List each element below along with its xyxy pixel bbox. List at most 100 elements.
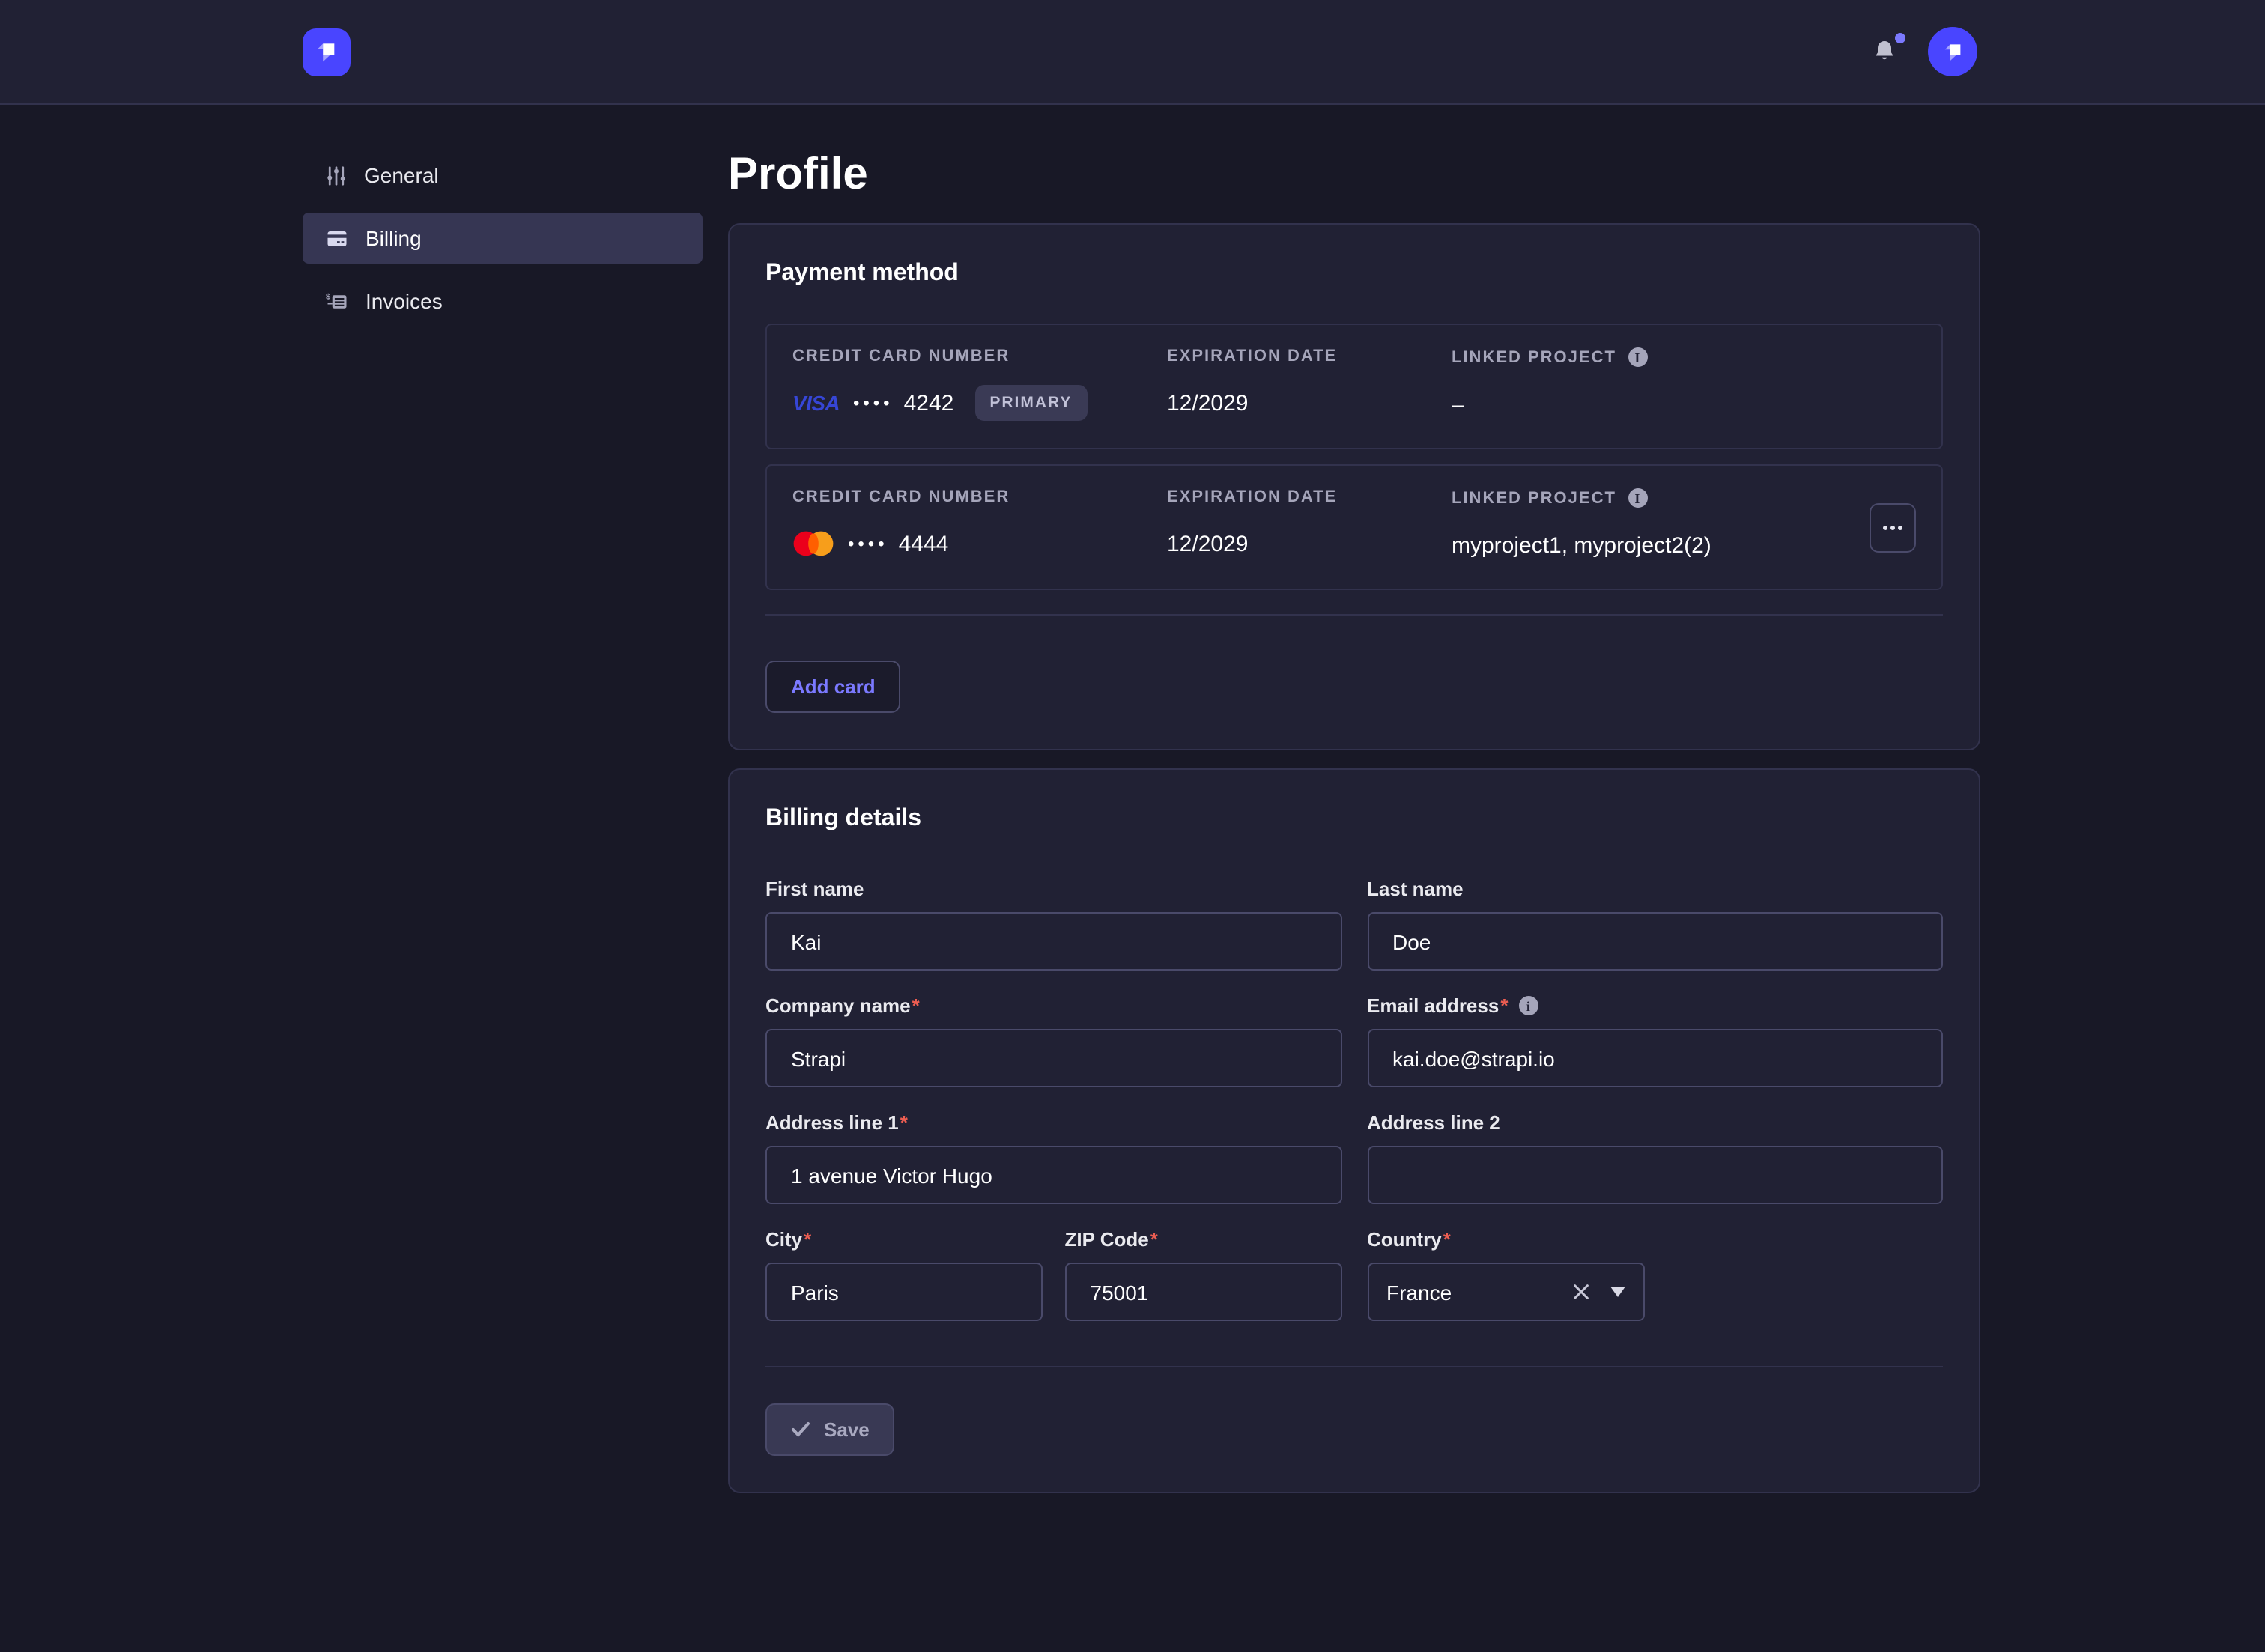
company-name-field-group: Company name *	[765, 994, 1341, 1087]
expiration-cell: EXPIRATION DATE 12/2029	[1167, 347, 1452, 425]
sliders-icon	[325, 164, 348, 186]
primary-badge: PRIMARY	[974, 385, 1087, 421]
linked-project-value: –	[1452, 386, 1865, 422]
expiration-column-label: EXPIRATION DATE	[1167, 347, 1452, 365]
save-button-label: Save	[824, 1418, 870, 1441]
credit-card-row-mastercard: CREDIT CARD NUMBER •••• 4444	[765, 464, 1943, 590]
info-icon[interactable]: i	[1628, 488, 1648, 508]
city-zip-row: City * ZIP Code *	[765, 1228, 1341, 1321]
address2-field-group: Address line 2	[1367, 1111, 1943, 1204]
notification-dot	[1895, 32, 1905, 43]
more-options-icon	[1883, 525, 1902, 529]
main-content: Profile Payment method CREDIT CARD NUMBE…	[728, 105, 1980, 1493]
city-field-group: City *	[765, 1228, 1043, 1321]
card-last4: 4242	[904, 390, 954, 416]
payment-divider	[765, 614, 1943, 616]
expiration-column-label: EXPIRATION DATE	[1167, 488, 1452, 506]
zip-label: ZIP Code	[1065, 1228, 1149, 1251]
address1-field-group: Address line 1 *	[765, 1111, 1341, 1204]
expiration-value: 12/2029	[1167, 526, 1452, 562]
masked-digits: ••••	[848, 533, 888, 554]
card-number-column-label: CREDIT CARD NUMBER	[792, 488, 1167, 506]
check-icon	[791, 1421, 810, 1438]
country-field-group: Country * France	[1367, 1228, 1943, 1321]
company-name-field[interactable]	[765, 1029, 1341, 1087]
company-name-label: Company name	[765, 994, 911, 1017]
country-select[interactable]: France	[1367, 1263, 1644, 1321]
topbar-actions	[1871, 27, 1977, 76]
card-more-options-button[interactable]	[1870, 502, 1916, 552]
bell-icon	[1871, 37, 1898, 67]
billing-details-panel: Billing details First name Last name	[728, 768, 1980, 1493]
sidebar-item-label: Invoices	[366, 289, 443, 313]
card-number-cell: CREDIT CARD NUMBER VISA •••• 4242 PRIMAR…	[792, 347, 1167, 425]
expiration-value: 12/2029	[1167, 385, 1452, 421]
required-mark: *	[1150, 1228, 1158, 1251]
required-mark: *	[900, 1111, 908, 1134]
address2-field[interactable]	[1367, 1146, 1943, 1204]
info-icon[interactable]: i	[1518, 996, 1538, 1015]
required-mark: *	[804, 1228, 811, 1251]
last-name-label: Last name	[1367, 878, 1464, 900]
profile-avatar[interactable]	[1928, 27, 1977, 76]
required-mark: *	[912, 994, 920, 1017]
page-title: Profile	[728, 150, 1980, 199]
sidebar-item-label: General	[364, 163, 439, 187]
billing-details-title: Billing details	[765, 806, 1943, 833]
card-number-column-label: CREDIT CARD NUMBER	[792, 347, 1167, 365]
linked-project-column-label: LINKED PROJECT	[1452, 348, 1616, 366]
card-last4: 4444	[899, 531, 949, 556]
email-field[interactable]	[1367, 1029, 1943, 1087]
save-button[interactable]: Save	[765, 1403, 895, 1456]
sidebar-item-general[interactable]: General	[303, 150, 703, 201]
zip-field[interactable]	[1065, 1263, 1342, 1321]
sidebar-item-invoices[interactable]: $ Invoices	[303, 276, 703, 327]
linked-project-value: myproject1, myproject2(2)	[1452, 527, 1865, 563]
first-name-field-group: First name	[765, 878, 1341, 971]
add-card-button[interactable]: Add card	[765, 661, 901, 713]
sidebar-item-label: Billing	[366, 226, 422, 250]
payment-method-panel: Payment method CREDIT CARD NUMBER VISA •…	[728, 223, 1980, 750]
info-icon[interactable]: i	[1628, 347, 1648, 367]
notifications-button[interactable]	[1871, 37, 1898, 67]
settings-sidebar: General Billing $	[0, 105, 728, 1493]
city-field[interactable]	[765, 1263, 1043, 1321]
card-number-value: •••• 4444	[792, 526, 1167, 562]
card-number-value: VISA •••• 4242 PRIMARY	[792, 385, 1167, 421]
visa-logo: VISA	[792, 391, 840, 415]
linked-project-cell: LINKED PROJECT i –	[1452, 347, 1865, 425]
address1-field[interactable]	[765, 1146, 1341, 1204]
country-label: Country	[1367, 1228, 1442, 1251]
billing-divider	[765, 1366, 1943, 1367]
last-name-field-group: Last name	[1367, 878, 1943, 971]
sidebar-item-billing[interactable]: Billing	[303, 213, 703, 264]
app-root: General Billing $	[0, 0, 2265, 1652]
linked-project-column-label: LINKED PROJECT	[1452, 489, 1616, 507]
billing-form: First name Last name Company name	[765, 878, 1943, 1321]
svg-text:$: $	[326, 291, 331, 300]
last-name-field[interactable]	[1367, 912, 1943, 971]
first-name-field[interactable]	[765, 912, 1341, 971]
mastercard-logo	[792, 530, 834, 557]
strapi-logo-button[interactable]	[303, 28, 351, 76]
email-label: Email address	[1367, 994, 1499, 1017]
credit-card-row-visa: CREDIT CARD NUMBER VISA •••• 4242 PRIMAR…	[765, 324, 1943, 449]
payment-method-title: Payment method	[765, 261, 1943, 288]
card-number-cell: CREDIT CARD NUMBER •••• 4444	[792, 488, 1167, 566]
clear-icon[interactable]	[1571, 1282, 1590, 1302]
strapi-avatar-icon	[1938, 37, 1968, 67]
linked-project-cell: LINKED PROJECT i myproject1, myproject2(…	[1452, 488, 1865, 566]
zip-field-group: ZIP Code *	[1065, 1228, 1342, 1321]
strapi-logo-icon	[310, 35, 343, 68]
address1-label: Address line 1	[765, 1111, 899, 1134]
required-mark: *	[1443, 1228, 1451, 1251]
address2-label: Address line 2	[1367, 1111, 1500, 1134]
email-field-group: Email address * i	[1367, 994, 1943, 1087]
masked-digits: ••••	[853, 392, 894, 413]
country-value: France	[1386, 1280, 1452, 1304]
city-label: City	[765, 1228, 802, 1251]
invoice-icon: $	[325, 290, 349, 312]
chevron-down-icon[interactable]	[1610, 1287, 1625, 1297]
credit-card-icon	[325, 227, 349, 249]
expiration-cell: EXPIRATION DATE 12/2029	[1167, 488, 1452, 566]
